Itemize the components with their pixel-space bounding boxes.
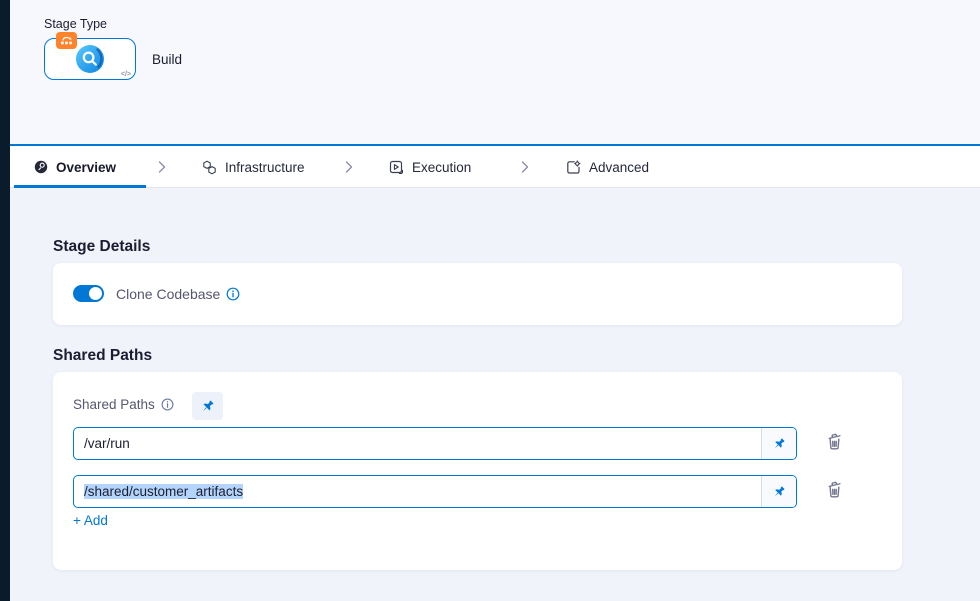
input-pin-toggle-2[interactable] [761, 476, 796, 507]
pipeline-badge-icon [56, 32, 77, 49]
chevron-right-icon [345, 161, 353, 173]
tab-infrastructure-label: Infrastructure [225, 160, 305, 175]
input-pin-toggle-1[interactable] [761, 428, 796, 459]
toggle-knob [89, 287, 102, 300]
tab-infrastructure[interactable]: Infrastructure [202, 146, 305, 188]
tab-overview[interactable]: Overview [34, 146, 116, 188]
chevron-right-icon [521, 161, 529, 173]
delete-path-button-2[interactable] [823, 480, 845, 502]
info-icon[interactable] [161, 398, 174, 411]
runtime-input-pin-button[interactable] [192, 392, 223, 420]
tab-advanced-label: Advanced [589, 160, 649, 175]
shared-path-value-2: /shared/customer_artifacts [84, 484, 243, 499]
add-path-button[interactable]: + Add [73, 513, 108, 528]
tab-execution-label: Execution [412, 160, 471, 175]
stage-type-label: Stage Type [44, 17, 107, 31]
delete-path-button-1[interactable] [823, 432, 845, 454]
chevron-right-icon [158, 161, 166, 173]
pin-icon [200, 399, 215, 414]
advanced-icon [566, 160, 581, 175]
stage-type-panel: Stage Type [10, 0, 980, 144]
stage-name: Build [152, 52, 182, 67]
infrastructure-icon [202, 160, 217, 175]
clone-codebase-toggle[interactable] [73, 285, 104, 302]
shared-path-input-2[interactable]: /shared/customer_artifacts [74, 476, 761, 507]
stage-details-heading: Stage Details [53, 238, 150, 256]
clone-codebase-label: Clone Codebase [116, 286, 220, 302]
shared-path-value-1: /var/run [84, 436, 130, 451]
overview-icon [34, 160, 48, 174]
shared-paths-heading: Shared Paths [53, 347, 152, 365]
code-glyph: </> [121, 71, 131, 78]
shared-path-row: /var/run [73, 427, 797, 460]
tab-execution[interactable]: Execution [389, 146, 471, 188]
pin-icon [772, 437, 786, 451]
pin-icon [772, 485, 786, 499]
clone-codebase-row: Clone Codebase [73, 285, 240, 302]
shared-paths-field-label-row: Shared Paths [73, 397, 174, 412]
info-icon[interactable] [226, 287, 240, 301]
stage-details-card: Clone Codebase [53, 263, 902, 325]
shared-paths-card: Shared Paths /var/run [53, 372, 902, 570]
build-ci-icon [75, 44, 105, 74]
stage-config-screen: Stage Type [0, 0, 980, 601]
left-dark-strip [0, 0, 10, 601]
tab-advanced[interactable]: Advanced [566, 146, 649, 188]
shared-path-row: /shared/customer_artifacts [73, 475, 797, 508]
build-stage-card[interactable]: </> [44, 38, 136, 80]
shared-paths-field-label: Shared Paths [73, 397, 155, 412]
execution-icon [389, 160, 404, 175]
stage-tabbar: Overview Infrastructure Execution [10, 146, 980, 188]
shared-path-input-1[interactable]: /var/run [74, 428, 761, 459]
tab-overview-label: Overview [56, 160, 116, 175]
